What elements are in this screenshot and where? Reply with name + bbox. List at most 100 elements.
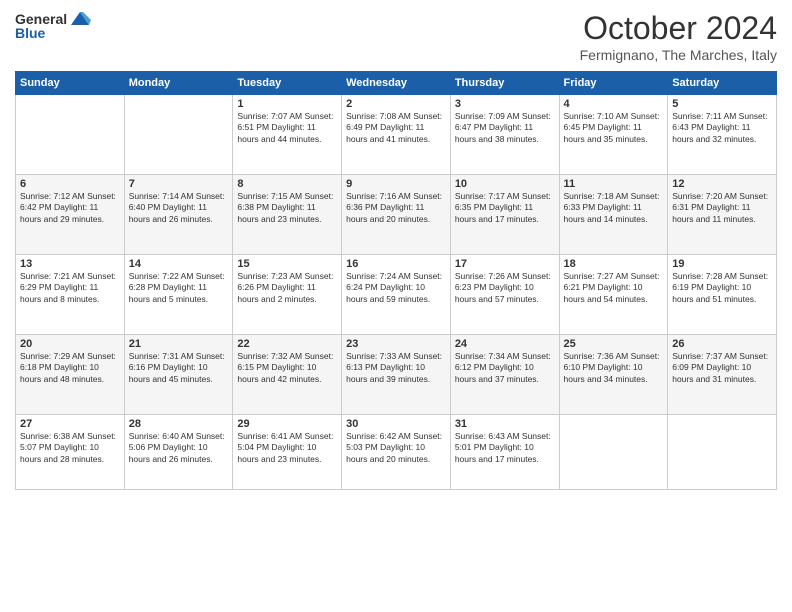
calendar-table: Sunday Monday Tuesday Wednesday Thursday… bbox=[15, 71, 777, 490]
table-row: 27Sunrise: 6:38 AM Sunset: 5:07 PM Dayli… bbox=[16, 415, 125, 490]
table-row: 14Sunrise: 7:22 AM Sunset: 6:28 PM Dayli… bbox=[124, 255, 233, 335]
subtitle: Fermignano, The Marches, Italy bbox=[580, 47, 777, 63]
day-info: Sunrise: 7:29 AM Sunset: 6:18 PM Dayligh… bbox=[20, 351, 120, 385]
table-row: 5Sunrise: 7:11 AM Sunset: 6:43 PM Daylig… bbox=[668, 95, 777, 175]
day-info: Sunrise: 7:33 AM Sunset: 6:13 PM Dayligh… bbox=[346, 351, 446, 385]
day-number: 15 bbox=[237, 258, 337, 270]
day-info: Sunrise: 7:32 AM Sunset: 6:15 PM Dayligh… bbox=[237, 351, 337, 385]
day-number: 18 bbox=[564, 258, 664, 270]
day-info: Sunrise: 7:21 AM Sunset: 6:29 PM Dayligh… bbox=[20, 271, 120, 305]
table-row: 11Sunrise: 7:18 AM Sunset: 6:33 PM Dayli… bbox=[559, 175, 668, 255]
table-row bbox=[668, 415, 777, 490]
day-number: 7 bbox=[129, 178, 229, 190]
col-saturday: Saturday bbox=[668, 72, 777, 95]
day-number: 14 bbox=[129, 258, 229, 270]
table-row: 16Sunrise: 7:24 AM Sunset: 6:24 PM Dayli… bbox=[342, 255, 451, 335]
day-number: 8 bbox=[237, 178, 337, 190]
day-info: Sunrise: 7:16 AM Sunset: 6:36 PM Dayligh… bbox=[346, 191, 446, 225]
day-number: 6 bbox=[20, 178, 120, 190]
day-info: Sunrise: 7:36 AM Sunset: 6:10 PM Dayligh… bbox=[564, 351, 664, 385]
day-info: Sunrise: 7:24 AM Sunset: 6:24 PM Dayligh… bbox=[346, 271, 446, 305]
calendar-page: General Blue October 2024 Fermignano, Th… bbox=[0, 0, 792, 612]
table-row: 18Sunrise: 7:27 AM Sunset: 6:21 PM Dayli… bbox=[559, 255, 668, 335]
day-info: Sunrise: 7:27 AM Sunset: 6:21 PM Dayligh… bbox=[564, 271, 664, 305]
col-monday: Monday bbox=[124, 72, 233, 95]
day-number: 23 bbox=[346, 338, 446, 350]
table-row: 25Sunrise: 7:36 AM Sunset: 6:10 PM Dayli… bbox=[559, 335, 668, 415]
table-row bbox=[559, 415, 668, 490]
day-info: Sunrise: 7:28 AM Sunset: 6:19 PM Dayligh… bbox=[672, 271, 772, 305]
day-info: Sunrise: 7:10 AM Sunset: 6:45 PM Dayligh… bbox=[564, 111, 664, 145]
day-number: 10 bbox=[455, 178, 555, 190]
col-wednesday: Wednesday bbox=[342, 72, 451, 95]
day-info: Sunrise: 7:18 AM Sunset: 6:33 PM Dayligh… bbox=[564, 191, 664, 225]
table-row: 2Sunrise: 7:08 AM Sunset: 6:49 PM Daylig… bbox=[342, 95, 451, 175]
day-number: 25 bbox=[564, 338, 664, 350]
day-number: 19 bbox=[672, 258, 772, 270]
table-row: 6Sunrise: 7:12 AM Sunset: 6:42 PM Daylig… bbox=[16, 175, 125, 255]
day-info: Sunrise: 7:22 AM Sunset: 6:28 PM Dayligh… bbox=[129, 271, 229, 305]
logo: General Blue bbox=[15, 10, 91, 41]
day-number: 20 bbox=[20, 338, 120, 350]
table-row: 1Sunrise: 7:07 AM Sunset: 6:51 PM Daylig… bbox=[233, 95, 342, 175]
table-row: 23Sunrise: 7:33 AM Sunset: 6:13 PM Dayli… bbox=[342, 335, 451, 415]
day-number: 24 bbox=[455, 338, 555, 350]
day-number: 12 bbox=[672, 178, 772, 190]
table-row: 3Sunrise: 7:09 AM Sunset: 6:47 PM Daylig… bbox=[450, 95, 559, 175]
day-info: Sunrise: 7:17 AM Sunset: 6:35 PM Dayligh… bbox=[455, 191, 555, 225]
table-row bbox=[124, 95, 233, 175]
day-info: Sunrise: 6:41 AM Sunset: 5:04 PM Dayligh… bbox=[237, 431, 337, 465]
col-friday: Friday bbox=[559, 72, 668, 95]
calendar-header-row: Sunday Monday Tuesday Wednesday Thursday… bbox=[16, 72, 777, 95]
table-row: 7Sunrise: 7:14 AM Sunset: 6:40 PM Daylig… bbox=[124, 175, 233, 255]
col-tuesday: Tuesday bbox=[233, 72, 342, 95]
table-row: 26Sunrise: 7:37 AM Sunset: 6:09 PM Dayli… bbox=[668, 335, 777, 415]
table-row: 9Sunrise: 7:16 AM Sunset: 6:36 PM Daylig… bbox=[342, 175, 451, 255]
day-number: 16 bbox=[346, 258, 446, 270]
calendar-week-row: 20Sunrise: 7:29 AM Sunset: 6:18 PM Dayli… bbox=[16, 335, 777, 415]
day-info: Sunrise: 7:15 AM Sunset: 6:38 PM Dayligh… bbox=[237, 191, 337, 225]
day-number: 3 bbox=[455, 98, 555, 110]
table-row: 12Sunrise: 7:20 AM Sunset: 6:31 PM Dayli… bbox=[668, 175, 777, 255]
table-row: 20Sunrise: 7:29 AM Sunset: 6:18 PM Dayli… bbox=[16, 335, 125, 415]
table-row: 13Sunrise: 7:21 AM Sunset: 6:29 PM Dayli… bbox=[16, 255, 125, 335]
day-info: Sunrise: 7:07 AM Sunset: 6:51 PM Dayligh… bbox=[237, 111, 337, 145]
day-info: Sunrise: 7:31 AM Sunset: 6:16 PM Dayligh… bbox=[129, 351, 229, 385]
table-row: 31Sunrise: 6:43 AM Sunset: 5:01 PM Dayli… bbox=[450, 415, 559, 490]
day-number: 17 bbox=[455, 258, 555, 270]
logo-icon bbox=[69, 10, 91, 28]
calendar-week-row: 13Sunrise: 7:21 AM Sunset: 6:29 PM Dayli… bbox=[16, 255, 777, 335]
table-row bbox=[16, 95, 125, 175]
day-number: 21 bbox=[129, 338, 229, 350]
calendar-week-row: 27Sunrise: 6:38 AM Sunset: 5:07 PM Dayli… bbox=[16, 415, 777, 490]
table-row: 4Sunrise: 7:10 AM Sunset: 6:45 PM Daylig… bbox=[559, 95, 668, 175]
calendar-week-row: 1Sunrise: 7:07 AM Sunset: 6:51 PM Daylig… bbox=[16, 95, 777, 175]
day-number: 28 bbox=[129, 418, 229, 430]
table-row: 28Sunrise: 6:40 AM Sunset: 5:06 PM Dayli… bbox=[124, 415, 233, 490]
day-number: 4 bbox=[564, 98, 664, 110]
day-info: Sunrise: 7:34 AM Sunset: 6:12 PM Dayligh… bbox=[455, 351, 555, 385]
day-info: Sunrise: 7:12 AM Sunset: 6:42 PM Dayligh… bbox=[20, 191, 120, 225]
day-info: Sunrise: 6:40 AM Sunset: 5:06 PM Dayligh… bbox=[129, 431, 229, 465]
day-number: 1 bbox=[237, 98, 337, 110]
day-number: 22 bbox=[237, 338, 337, 350]
table-row: 17Sunrise: 7:26 AM Sunset: 6:23 PM Dayli… bbox=[450, 255, 559, 335]
day-info: Sunrise: 7:14 AM Sunset: 6:40 PM Dayligh… bbox=[129, 191, 229, 225]
table-row: 22Sunrise: 7:32 AM Sunset: 6:15 PM Dayli… bbox=[233, 335, 342, 415]
day-number: 2 bbox=[346, 98, 446, 110]
month-title: October 2024 bbox=[580, 10, 777, 47]
day-info: Sunrise: 7:37 AM Sunset: 6:09 PM Dayligh… bbox=[672, 351, 772, 385]
day-number: 5 bbox=[672, 98, 772, 110]
day-info: Sunrise: 6:38 AM Sunset: 5:07 PM Dayligh… bbox=[20, 431, 120, 465]
header: General Blue October 2024 Fermignano, Th… bbox=[15, 10, 777, 63]
day-info: Sunrise: 7:08 AM Sunset: 6:49 PM Dayligh… bbox=[346, 111, 446, 145]
table-row: 8Sunrise: 7:15 AM Sunset: 6:38 PM Daylig… bbox=[233, 175, 342, 255]
day-info: Sunrise: 6:42 AM Sunset: 5:03 PM Dayligh… bbox=[346, 431, 446, 465]
day-info: Sunrise: 7:09 AM Sunset: 6:47 PM Dayligh… bbox=[455, 111, 555, 145]
table-row: 30Sunrise: 6:42 AM Sunset: 5:03 PM Dayli… bbox=[342, 415, 451, 490]
calendar-week-row: 6Sunrise: 7:12 AM Sunset: 6:42 PM Daylig… bbox=[16, 175, 777, 255]
table-row: 19Sunrise: 7:28 AM Sunset: 6:19 PM Dayli… bbox=[668, 255, 777, 335]
day-info: Sunrise: 7:11 AM Sunset: 6:43 PM Dayligh… bbox=[672, 111, 772, 145]
day-number: 30 bbox=[346, 418, 446, 430]
title-block: October 2024 Fermignano, The Marches, It… bbox=[580, 10, 777, 63]
